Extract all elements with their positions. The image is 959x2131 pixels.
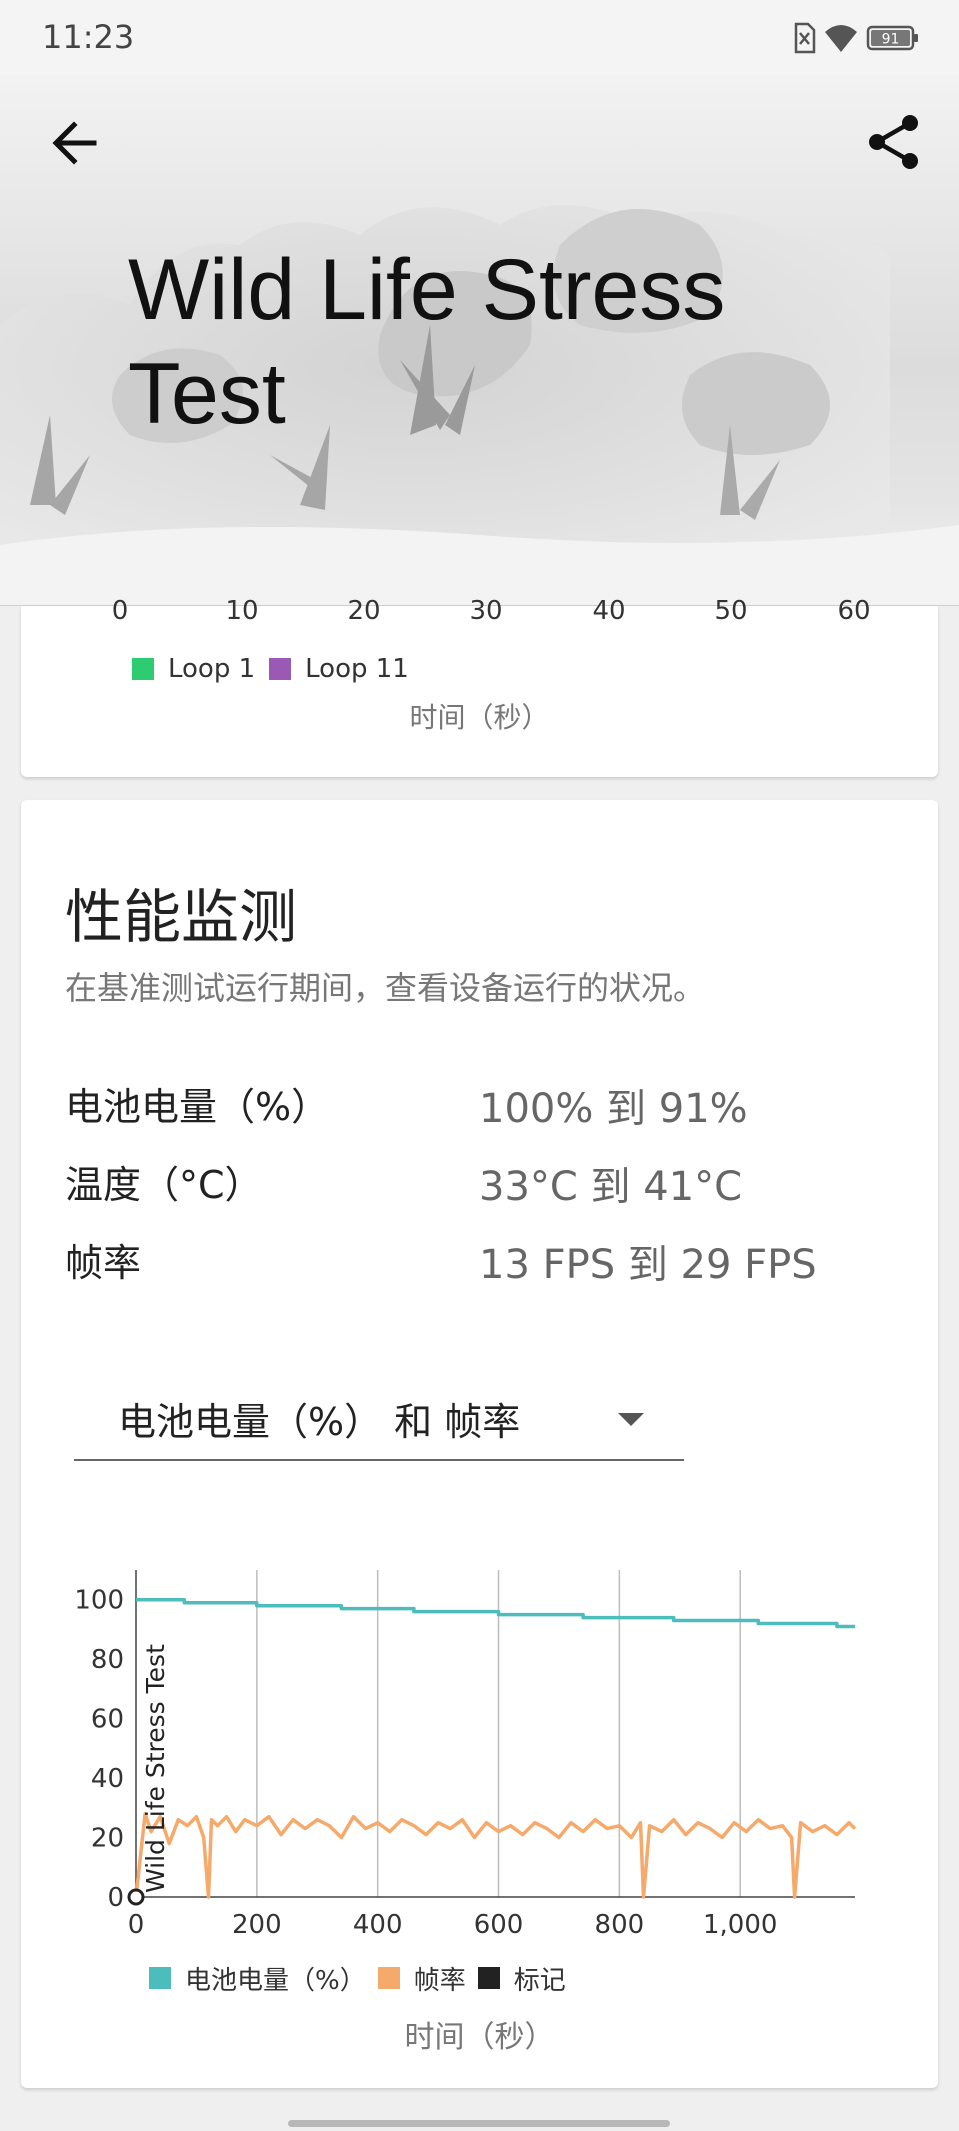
- wifi-icon: [825, 25, 857, 52]
- performance-chart: 0 20 40 60 80 100 0 200 400 600 800 1,000 Wild Life …: [74, 1570, 857, 1940]
- x-tick-label: 1,000: [703, 1910, 777, 1940]
- x-tick-label: 20: [347, 596, 381, 626]
- page-title: Wild Life Stress Test: [128, 242, 726, 442]
- legend-swatch: [377, 1967, 400, 1989]
- legend-label: 帧率: [413, 1965, 466, 1996]
- stat-label-battery: 电池电量（%）: [65, 1085, 330, 1129]
- legend-item-marker[interactable]: 标记: [477, 1960, 566, 1997]
- chevron-down-icon: [618, 1413, 644, 1426]
- marker-label: Wild Life Stress Test: [141, 1644, 170, 1893]
- legend-label: 标记: [513, 1965, 566, 1996]
- legend-label: Loop 11: [305, 654, 409, 684]
- performance-monitoring-card: 性能监测 在基准测试运行期间，查看设备运行的状况。 电池电量（%） 100% 到…: [21, 800, 938, 2088]
- y-tick-label: 0: [107, 1883, 124, 1913]
- status-bar: 11:23 91: [0, 0, 959, 75]
- legend-label: 电池电量（%）: [185, 1965, 366, 1996]
- loop-chart-x-axis-title: 时间（秒）: [409, 701, 550, 734]
- section-title: 性能监测: [65, 883, 298, 951]
- x-tick-label: 50: [714, 596, 748, 626]
- legend-item-battery[interactable]: 电池电量（%）: [149, 1960, 366, 1997]
- x-tick-label: 0: [111, 596, 129, 626]
- y-tick-label: 100: [74, 1586, 124, 1616]
- stat-value-framerate: 13 FPS 到 29 FPS: [479, 1242, 817, 1288]
- x-tick-label: 10: [225, 596, 259, 626]
- back-button[interactable]: [48, 115, 104, 171]
- performance-chart-x-axis-title: 时间（秒）: [404, 2020, 555, 2055]
- legend-swatch: [149, 1967, 171, 1989]
- no-sim-icon: [794, 22, 816, 54]
- x-tick-label: 30: [469, 596, 503, 626]
- legend-swatch: [477, 1967, 500, 1989]
- x-tick-label: 0: [128, 1910, 145, 1940]
- share-icon: [869, 115, 918, 169]
- section-subtitle: 在基准测试运行期间，查看设备运行的状况。: [65, 969, 706, 1007]
- legend-item-framerate[interactable]: 帧率: [377, 1960, 466, 1997]
- status-time: 11:23: [42, 18, 135, 56]
- gesture-nav-handle[interactable]: [288, 2120, 670, 2127]
- loop-chart-x-ticks: 0 10 20 30 40 50 60: [0, 596, 959, 636]
- battery-series-line: [136, 1597, 855, 1629]
- y-tick-label: 20: [91, 1824, 124, 1854]
- hero-header: Wild Life Stress Test: [0, 75, 959, 606]
- x-tick-label: 40: [592, 596, 626, 626]
- framerate-series-line: [134, 1812, 857, 1899]
- arrow-left-icon: [52, 121, 97, 165]
- stat-value-temperature: 33°C 到 41°C: [479, 1164, 743, 1210]
- legend-swatch: [269, 658, 292, 680]
- y-tick-label: 80: [91, 1645, 124, 1675]
- x-tick-label: 60: [837, 596, 871, 626]
- battery-level: 91: [882, 32, 900, 48]
- loop-chart-legend: Loop 1 Loop 11: [132, 652, 423, 686]
- share-button[interactable]: [863, 111, 925, 173]
- legend-label: Loop 1: [168, 654, 256, 684]
- x-tick-label: 200: [232, 1910, 282, 1940]
- stat-label-temperature: 温度（°C）: [65, 1163, 263, 1207]
- y-tick-label: 60: [91, 1705, 124, 1735]
- x-tick-label: 800: [595, 1910, 645, 1940]
- legend-item-loop-1[interactable]: Loop 1: [132, 654, 255, 684]
- y-tick-label: 40: [91, 1764, 124, 1794]
- x-tick-label: 600: [474, 1910, 524, 1940]
- x-tick-label: 400: [353, 1910, 403, 1940]
- metric-dropdown-value: 电池电量（%） 和 帧率: [118, 1400, 521, 1444]
- legend-swatch: [132, 658, 154, 680]
- stat-label-framerate: 帧率: [65, 1241, 142, 1285]
- legend-item-loop-11[interactable]: Loop 11: [269, 654, 409, 684]
- stat-value-battery: 100% 到 91%: [479, 1086, 748, 1132]
- status-icons: 91: [791, 22, 921, 54]
- metric-dropdown[interactable]: 电池电量（%） 和 帧率: [74, 1355, 684, 1461]
- performance-chart-legend: 电池电量（%） 帧率 标记: [149, 1960, 578, 1996]
- battery-icon: 91: [866, 25, 918, 51]
